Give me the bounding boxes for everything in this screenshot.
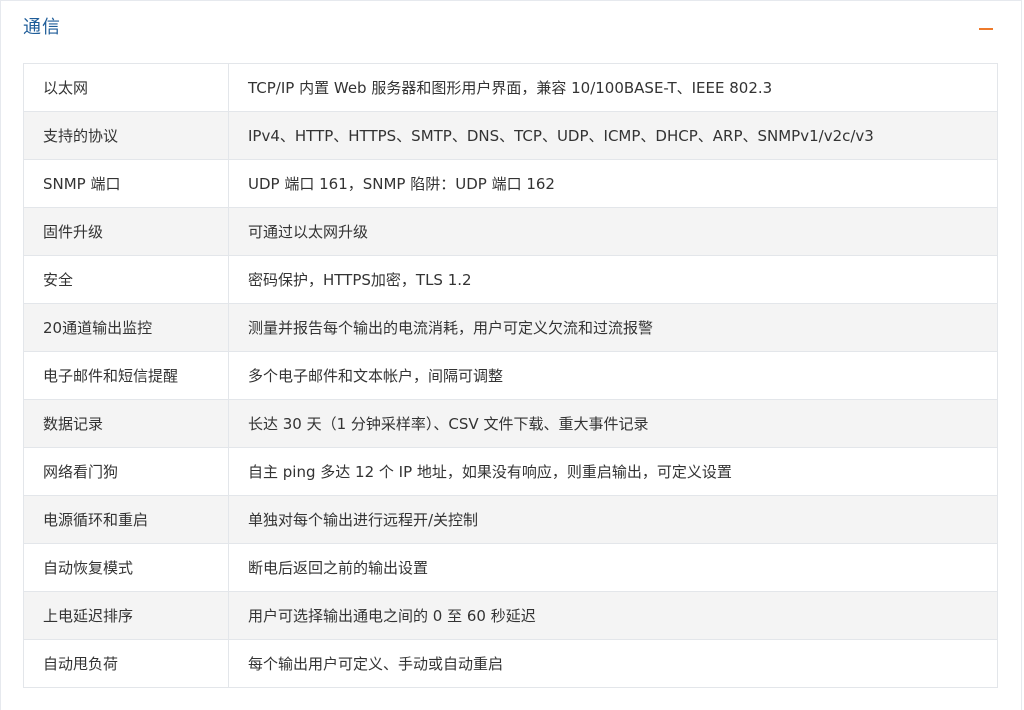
spec-value: 每个输出用户可定义、手动或自动重启 xyxy=(228,639,998,688)
table-row: 自动甩负荷 每个输出用户可定义、手动或自动重启 xyxy=(23,639,998,688)
spec-value: 长达 30 天（1 分钟采样率）、CSV 文件下载、重大事件记录 xyxy=(228,399,998,448)
spec-label: 数据记录 xyxy=(23,399,229,448)
spec-label: 以太网 xyxy=(23,63,229,112)
spec-label: 支持的协议 xyxy=(23,111,229,160)
spec-value: 自主 ping 多达 12 个 IP 地址，如果没有响应，则重启输出，可定义设置 xyxy=(228,447,998,496)
spec-label: 上电延迟排序 xyxy=(23,591,229,640)
spec-label: 网络看门狗 xyxy=(23,447,229,496)
spec-value: 多个电子邮件和文本帐户，间隔可调整 xyxy=(228,351,998,400)
spec-panel: 通信 以太网 TCP/IP 内置 Web 服务器和图形用户界面，兼容 10/10… xyxy=(0,0,1022,710)
section-header[interactable]: 通信 xyxy=(1,1,1021,57)
spec-label: 安全 xyxy=(23,255,229,304)
table-row: 电子邮件和短信提醒 多个电子邮件和文本帐户，间隔可调整 xyxy=(23,351,998,400)
spec-label: SNMP 端口 xyxy=(23,159,229,208)
spec-label: 自动甩负荷 xyxy=(23,639,229,688)
spec-label: 20通道输出监控 xyxy=(23,303,229,352)
table-row: 数据记录 长达 30 天（1 分钟采样率）、CSV 文件下载、重大事件记录 xyxy=(23,399,998,448)
table-row: 自动恢复模式 断电后返回之前的输出设置 xyxy=(23,543,998,592)
spec-label: 电子邮件和短信提醒 xyxy=(23,351,229,400)
table-row: 20通道输出监控 测量并报告每个输出的电流消耗，用户可定义欠流和过流报警 xyxy=(23,303,998,352)
spec-label: 自动恢复模式 xyxy=(23,543,229,592)
minus-icon xyxy=(979,28,993,30)
table-row: 以太网 TCP/IP 内置 Web 服务器和图形用户界面，兼容 10/100BA… xyxy=(23,63,998,112)
table-row: 支持的协议 IPv4、HTTP、HTTPS、SMTP、DNS、TCP、UDP、I… xyxy=(23,111,998,160)
spec-value: TCP/IP 内置 Web 服务器和图形用户界面，兼容 10/100BASE-T… xyxy=(228,63,998,112)
spec-value: 测量并报告每个输出的电流消耗，用户可定义欠流和过流报警 xyxy=(228,303,998,352)
table-row: 网络看门狗 自主 ping 多达 12 个 IP 地址，如果没有响应，则重启输出… xyxy=(23,447,998,496)
spec-table: 以太网 TCP/IP 内置 Web 服务器和图形用户界面，兼容 10/100BA… xyxy=(23,63,998,688)
table-row: 电源循环和重启 单独对每个输出进行远程开/关控制 xyxy=(23,495,998,544)
table-row: 固件升级 可通过以太网升级 xyxy=(23,207,998,256)
spec-value: 密码保护，HTTPS加密，TLS 1.2 xyxy=(228,255,998,304)
table-row: 安全 密码保护，HTTPS加密，TLS 1.2 xyxy=(23,255,998,304)
spec-value: 单独对每个输出进行远程开/关控制 xyxy=(228,495,998,544)
collapse-button[interactable] xyxy=(971,17,1001,41)
spec-value: IPv4、HTTP、HTTPS、SMTP、DNS、TCP、UDP、ICMP、DH… xyxy=(228,111,998,160)
spec-value: 用户可选择输出通电之间的 0 至 60 秒延迟 xyxy=(228,591,998,640)
spec-label: 电源循环和重启 xyxy=(23,495,229,544)
table-row: SNMP 端口 UDP 端口 161，SNMP 陷阱：UDP 端口 162 xyxy=(23,159,998,208)
spec-label: 固件升级 xyxy=(23,207,229,256)
spec-value: UDP 端口 161，SNMP 陷阱：UDP 端口 162 xyxy=(228,159,998,208)
spec-value: 断电后返回之前的输出设置 xyxy=(228,543,998,592)
spec-value: 可通过以太网升级 xyxy=(228,207,998,256)
table-row: 上电延迟排序 用户可选择输出通电之间的 0 至 60 秒延迟 xyxy=(23,591,998,640)
section-title: 通信 xyxy=(23,17,61,38)
